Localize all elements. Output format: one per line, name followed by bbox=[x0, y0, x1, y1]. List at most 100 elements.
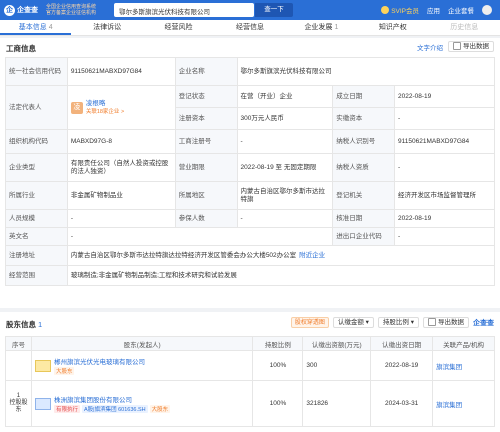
tab-label: 经营风险 bbox=[164, 24, 193, 31]
region-value: 内蒙古自治区鄂尔多斯市达拉特旗 bbox=[236, 181, 334, 210]
brand-link[interactable]: 旗滨集团 bbox=[432, 350, 495, 381]
equity-chart-link[interactable]: 股权穿透图 bbox=[290, 317, 329, 328]
shareholders-count: 1 bbox=[38, 320, 43, 329]
tab-label: 历史信息 bbox=[450, 24, 479, 31]
column-header: 关联产品/机构 bbox=[432, 336, 495, 351]
logo-name: 企查查 bbox=[17, 7, 38, 14]
column-header: 认缴出资日期 bbox=[370, 336, 434, 351]
legal-rep-link[interactable]: 凌根略 bbox=[86, 100, 124, 108]
logo[interactable]: 企 企查查 bbox=[4, 3, 44, 17]
tab-risk[interactable]: 经营风险 bbox=[143, 20, 214, 35]
export-label: 导出数据 bbox=[438, 319, 464, 326]
export-label: 导出数据 bbox=[463, 43, 489, 50]
field-label: 注册资本 bbox=[174, 107, 238, 130]
shareholder-cell: 株洲旗滨集团股份有限公司 有限执行 A股|旗滨集团 601636.SH 大股东 bbox=[30, 380, 254, 427]
field-label: 纳税人识别号 bbox=[332, 129, 396, 154]
company-logo bbox=[34, 359, 51, 372]
apps-menu[interactable]: 应用 bbox=[427, 5, 440, 15]
shareholder-tools: 股权穿透图 认缴金额 ▾ 持股比例 ▾ 导出数据 企查查 bbox=[290, 317, 494, 328]
field-label: 实缴资本 bbox=[332, 107, 396, 130]
address-value: 内蒙古自治区鄂尔多斯市达拉特旗达拉特经济开发区管委会办公大楼502办公室 bbox=[70, 251, 297, 259]
tab-count: 1 bbox=[334, 24, 339, 31]
shareholder-table: 序号 股东(发起人) 持股比例 认缴出资额(万元) 认缴出资日期 关联产品/机构… bbox=[5, 336, 495, 427]
major-shareholder-badge: 大股东 bbox=[53, 367, 75, 375]
execution-badge: 有限执行 bbox=[53, 405, 80, 413]
slogan-line-2: 官方备案企业征信机构 bbox=[46, 10, 97, 16]
related-companies-link[interactable]: 关联18家企业 > bbox=[86, 108, 124, 116]
taxpayer-value: - bbox=[394, 153, 495, 182]
tab-basic-info[interactable]: 基本信息 4 bbox=[0, 20, 72, 35]
watermark-logo: 企查查 bbox=[473, 319, 494, 327]
shareholder-name-link[interactable]: 郴州旗滨光伏光电玻璃有限公司 bbox=[54, 356, 145, 366]
registration-card: 工商信息 文字介绍 导出数据 统一社会信用代码 91150621MABXD97G… bbox=[0, 38, 500, 308]
shareholder-name-link[interactable]: 株洲旗滨集团股份有限公司 bbox=[54, 394, 172, 404]
ratio-value: 100% bbox=[252, 380, 304, 427]
section-tools: 文字介绍 导出数据 bbox=[417, 41, 494, 52]
header-right: SVIP会员 应用 企业套餐 bbox=[381, 0, 492, 20]
tab-operation[interactable]: 经营信息 bbox=[214, 20, 285, 35]
registration-table: 统一社会信用代码 91150621MABXD97G84 企业名称 鄂尔多斯旗滨光… bbox=[5, 57, 496, 286]
tab-ip[interactable]: 知识产权 bbox=[357, 20, 428, 35]
tab-legal[interactable]: 法律诉讼 bbox=[71, 20, 142, 35]
svip-link[interactable]: SVIP会员 bbox=[381, 5, 419, 15]
section-title: 工商信息 bbox=[6, 44, 36, 53]
tab-bar: 基本信息 4 法律诉讼 经营风险 经营信息 企业发展 1 知识产权 历史信息 bbox=[0, 20, 500, 36]
crown-icon bbox=[381, 6, 390, 14]
export-button[interactable]: 导出数据 bbox=[448, 41, 494, 52]
avatar[interactable] bbox=[482, 5, 492, 15]
logo-text: 企查查 bbox=[17, 5, 38, 15]
filter-ratio[interactable]: 持股比例 ▾ bbox=[377, 317, 419, 328]
field-label: 成立日期 bbox=[332, 85, 396, 108]
type-value: 有限责任公司（自然人投资或控股的法人独资） bbox=[66, 153, 176, 182]
tab-label: 知识产权 bbox=[378, 24, 407, 31]
field-label: 组织机构代码 bbox=[5, 129, 68, 154]
tab-history[interactable]: 历史信息 bbox=[429, 20, 500, 35]
field-label: 企业类型 bbox=[5, 153, 68, 182]
credit-code-value: 91150621MABXD97G84 bbox=[66, 57, 176, 86]
tax-id-value: 91150621MABXD97G84 bbox=[394, 129, 495, 154]
column-header: 序号 bbox=[5, 336, 32, 351]
brand-link[interactable]: 旗滨集团 bbox=[432, 380, 495, 427]
field-label: 英文名 bbox=[5, 227, 68, 246]
company-name-value: 鄂尔多斯旗滨光伏科技有限公司 bbox=[236, 57, 495, 86]
row-index-cell: 1 控股股东 bbox=[5, 380, 32, 427]
package-menu[interactable]: 企业套餐 bbox=[448, 5, 474, 15]
field-label: 营业期限 bbox=[174, 153, 238, 182]
nearby-companies-link[interactable]: 附近企业 bbox=[299, 252, 325, 259]
search-button[interactable]: 查一下 bbox=[255, 3, 293, 17]
major-shareholder-badge: 大股东 bbox=[149, 405, 171, 413]
founded-value: 2022-08-19 bbox=[394, 85, 495, 108]
tab-development[interactable]: 企业发展 1 bbox=[286, 20, 357, 35]
tab-label: 法律诉讼 bbox=[93, 24, 122, 31]
copy-intro-link[interactable]: 文字介绍 bbox=[417, 42, 443, 52]
paid-value: - bbox=[394, 107, 495, 130]
table-row: 郴州旗滨光伏光电玻璃有限公司 大股东 100% 300 2022-08-19 旗… bbox=[5, 350, 495, 381]
field-label: 经营范围 bbox=[5, 265, 68, 286]
filter-label: 认缴金额 bbox=[337, 319, 364, 326]
field-label: 所属地区 bbox=[174, 181, 238, 210]
export-icon bbox=[453, 42, 461, 51]
ratio-value: 100% bbox=[252, 350, 304, 381]
company-logo bbox=[34, 397, 51, 410]
period-value: 2022-08-19 至 无固定期限 bbox=[236, 153, 334, 182]
top-bar: 企 企查查 全国企业信用查询系统 官方备案企业征信机构 鄂尔多斯旗滨光伏科技有限… bbox=[0, 0, 500, 20]
industry-value: 非金属矿物制品业 bbox=[66, 181, 176, 210]
amount-value: 300 bbox=[302, 350, 372, 381]
biz-reg-value: - bbox=[236, 129, 334, 154]
tab-label: 企业发展 bbox=[304, 24, 333, 31]
shareholders-card: 股东信息 1 股权穿透图 认缴金额 ▾ 持股比例 ▾ 导出数据 企查查 序号 股东… bbox=[0, 312, 500, 432]
field-label: 法定代表人 bbox=[5, 85, 68, 130]
slogan: 全国企业信用查询系统 官方备案企业征信机构 bbox=[46, 4, 106, 16]
rep-avatar: 凌 bbox=[70, 101, 83, 114]
approved-value: 2022-08-19 bbox=[394, 209, 495, 228]
export-button[interactable]: 导出数据 bbox=[423, 317, 469, 328]
controlling-label: 控股股东 bbox=[9, 400, 28, 413]
svip-label: SVIP会员 bbox=[391, 8, 419, 15]
stock-badge[interactable]: A股|旗滨集团 601636.SH bbox=[81, 405, 148, 413]
column-header: 股东(发起人) bbox=[30, 336, 254, 351]
filter-amount[interactable]: 认缴金额 ▾ bbox=[332, 317, 374, 328]
field-label: 企业名称 bbox=[174, 57, 238, 86]
field-label: 进出口企业代码 bbox=[332, 227, 396, 246]
section-title: 股东信息 1 bbox=[6, 319, 42, 330]
search-input[interactable]: 鄂尔多斯旗滨光伏科技有限公司 bbox=[114, 3, 254, 17]
